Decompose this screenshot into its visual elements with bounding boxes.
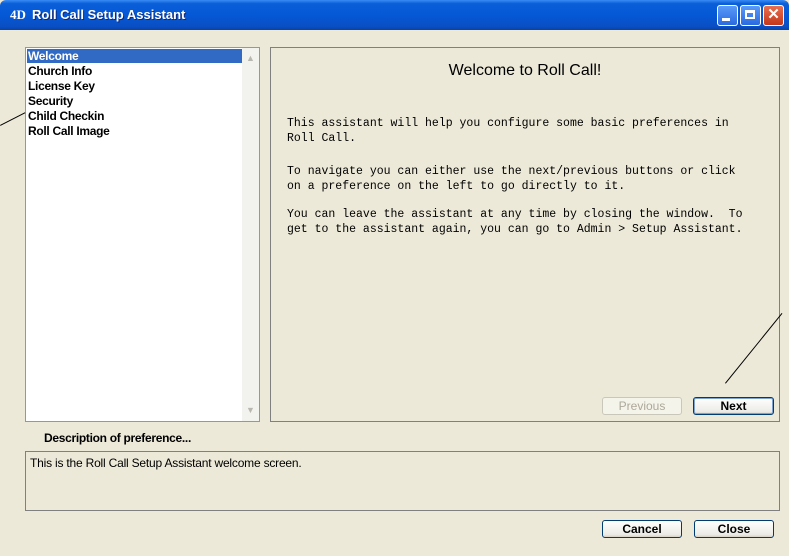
welcome-panel: Welcome to Roll Call! This assistant wil…: [270, 47, 780, 422]
scroll-down-icon[interactable]: ▼: [243, 403, 258, 418]
intro-paragraph: This assistant will help you configure s…: [287, 117, 729, 145]
setup-assistant-window: 4D Roll Call Setup Assistant ✕ Welcome C…: [0, 0, 789, 556]
next-button[interactable]: Next: [693, 397, 774, 415]
list-item-welcome[interactable]: Welcome: [27, 49, 242, 63]
minimize-icon: [722, 18, 730, 21]
description-label: Description of preference...: [44, 431, 191, 445]
description-text: This is the Roll Call Setup Assistant we…: [30, 456, 302, 470]
close-button[interactable]: Close: [694, 520, 774, 538]
list-item-security[interactable]: Security: [27, 94, 73, 108]
list-item-church-info[interactable]: Church Info: [27, 64, 92, 78]
maximize-icon: [745, 10, 755, 19]
scroll-up-icon[interactable]: ▲: [243, 51, 258, 66]
window-title: Roll Call Setup Assistant: [32, 7, 186, 22]
welcome-title: Welcome to Roll Call!: [448, 62, 602, 79]
list-item-roll-call-image[interactable]: Roll Call Image: [27, 124, 110, 138]
description-box: This is the Roll Call Setup Assistant we…: [25, 451, 780, 511]
title-bar[interactable]: 4D Roll Call Setup Assistant ✕: [0, 0, 789, 30]
app-4d-icon: 4D: [10, 7, 26, 22]
list-item-license-key[interactable]: License Key: [27, 79, 95, 93]
close-window-button[interactable]: ✕: [763, 5, 784, 26]
close-icon: ✕: [767, 6, 780, 23]
exit-paragraph: You can leave the assistant at any time …: [287, 208, 743, 236]
preference-list[interactable]: Welcome Church Info License Key Security…: [25, 47, 260, 422]
minimize-button[interactable]: [717, 5, 738, 26]
previous-button[interactable]: Previous: [602, 397, 682, 415]
cancel-button[interactable]: Cancel: [602, 520, 682, 538]
list-item-child-checkin[interactable]: Child Checkin: [27, 109, 104, 123]
list-scrollbar[interactable]: ▲ ▼: [242, 48, 259, 421]
navigation-paragraph: To navigate you can either use the next/…: [287, 165, 736, 193]
maximize-button[interactable]: [740, 5, 761, 26]
annotation-line-left: [0, 112, 26, 126]
